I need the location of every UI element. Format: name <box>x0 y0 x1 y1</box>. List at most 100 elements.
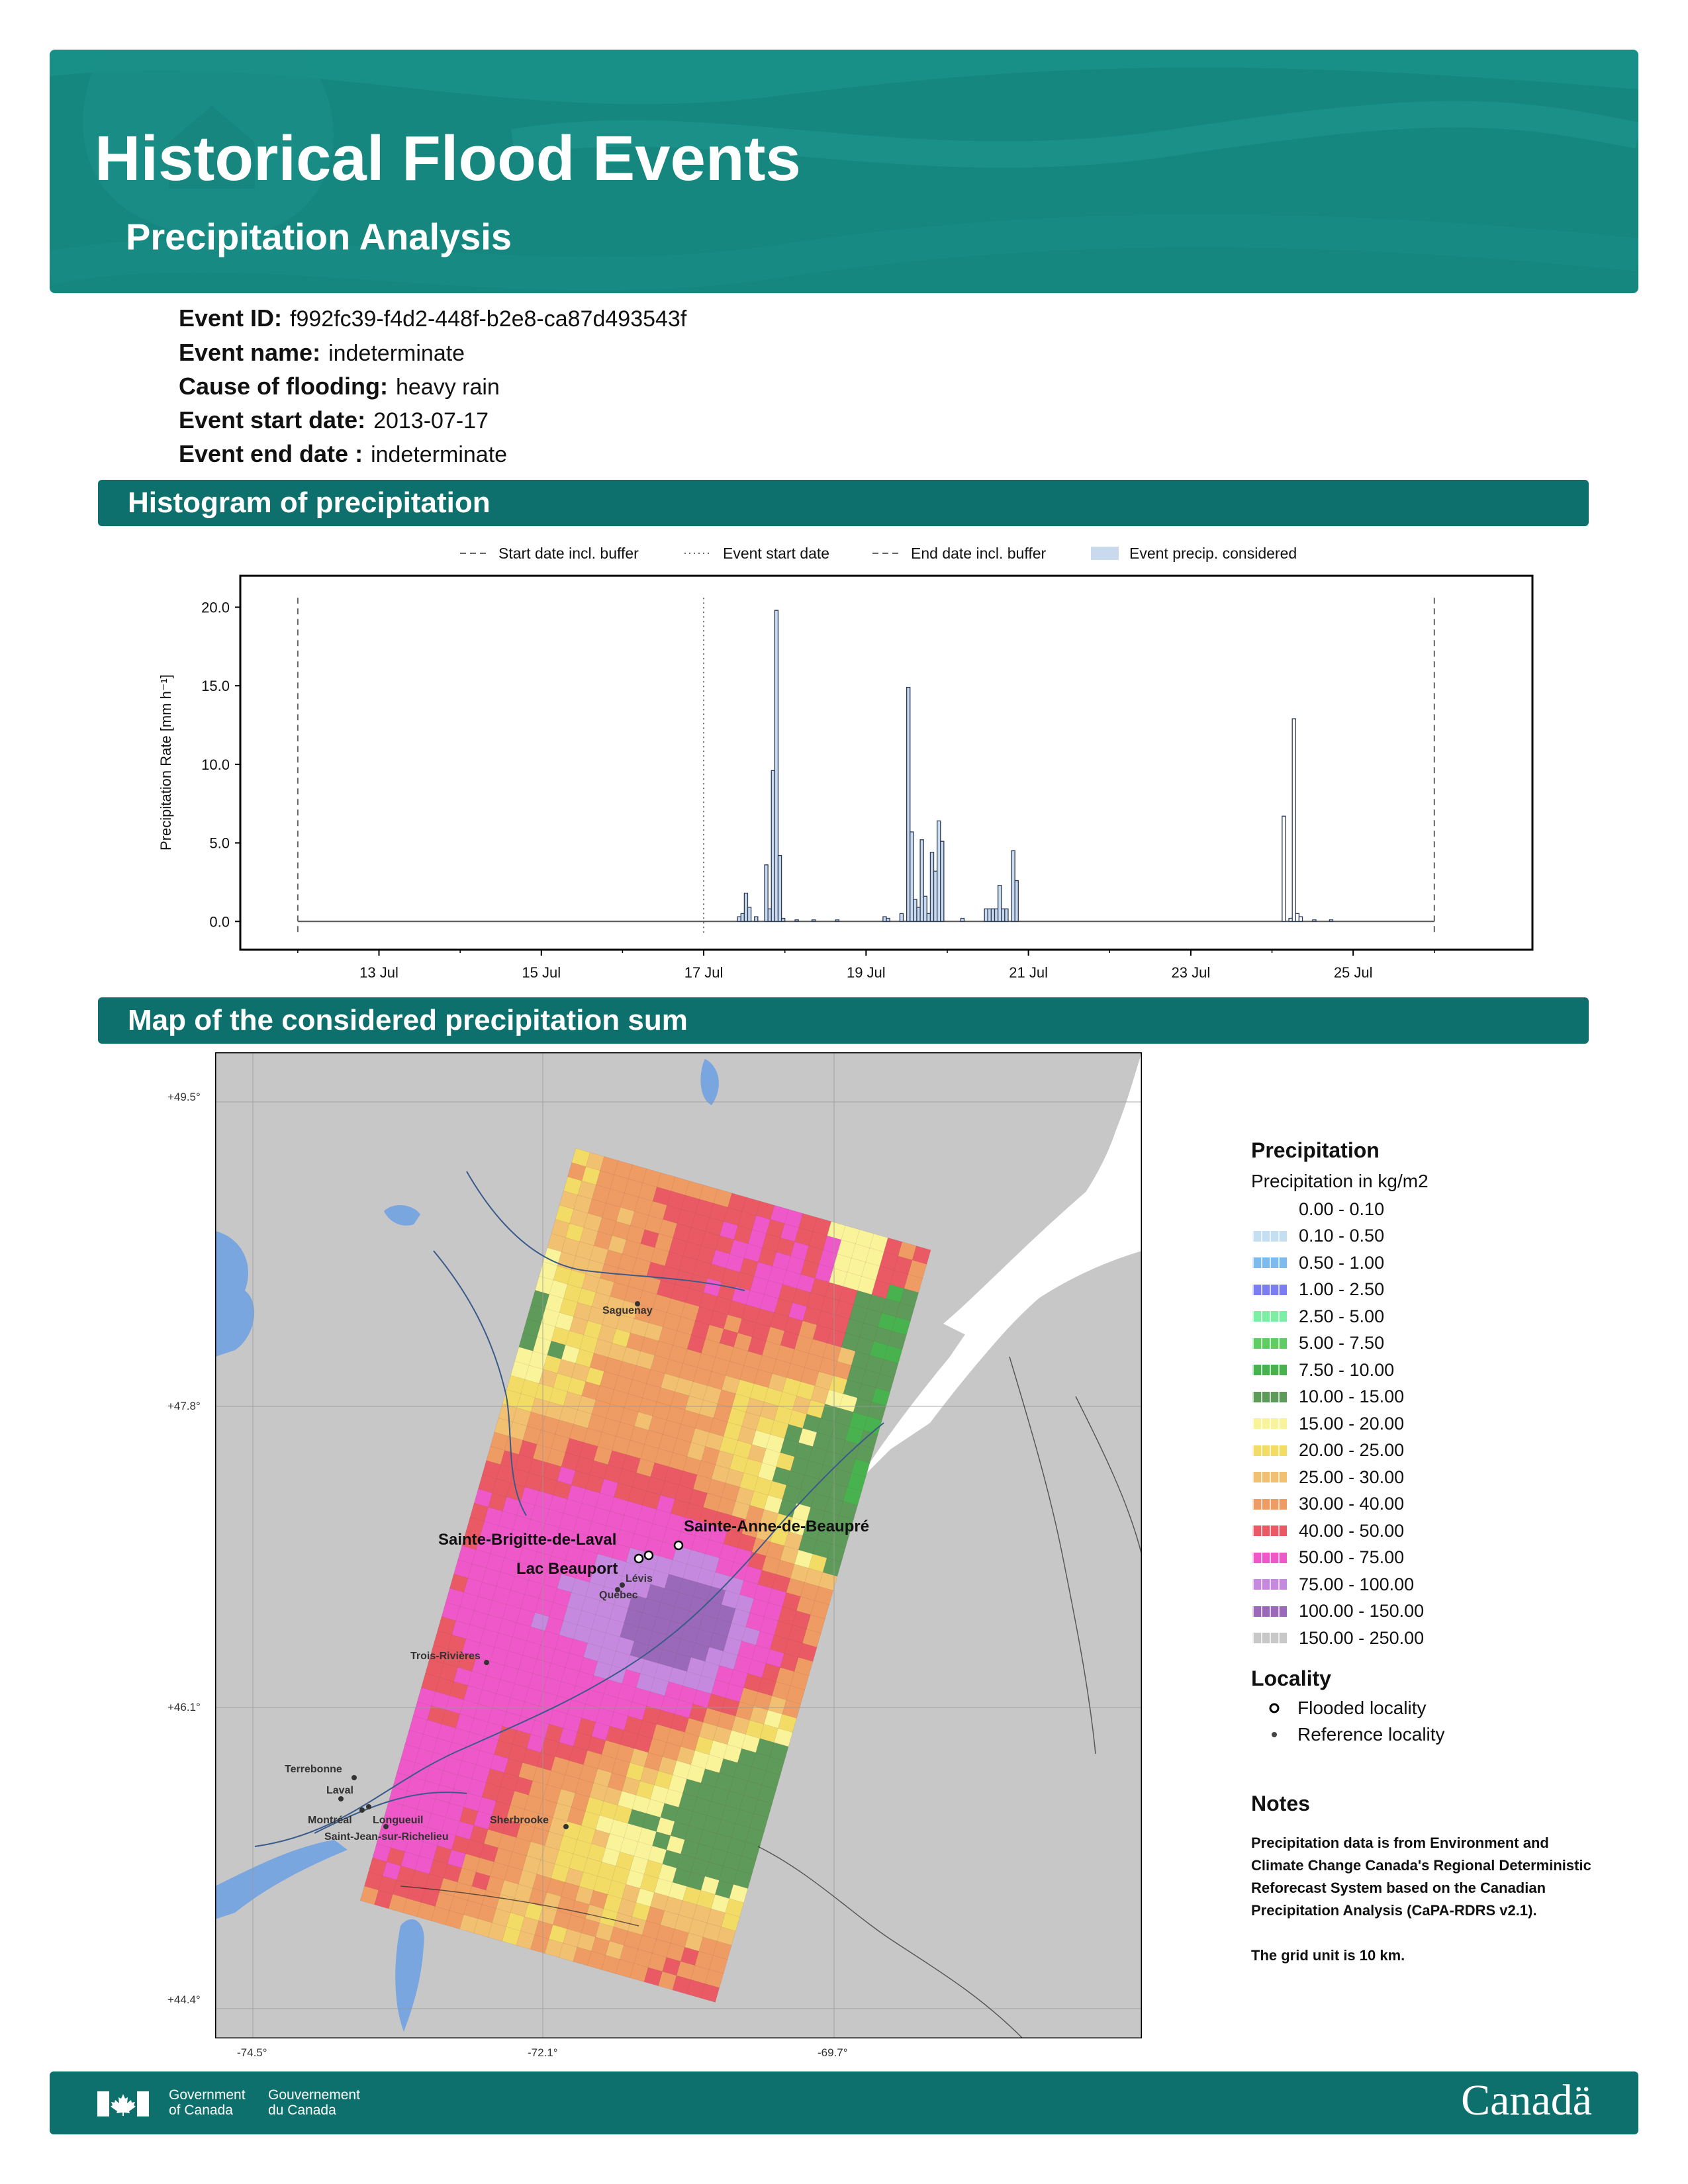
precip-class-row: 150.00 - 250.00 <box>1251 1625 1622 1652</box>
precip-bar <box>1329 919 1334 922</box>
footer-bar: Government of Canada Gouvernement du Can… <box>50 2071 1638 2134</box>
event-name-label: Event name: <box>179 339 321 366</box>
x-tick-label: 25 Jul <box>1334 964 1373 981</box>
end-date-label: Event end date : <box>179 440 363 467</box>
locality-label: Québec <box>599 1590 638 1601</box>
precip-bar <box>987 908 992 922</box>
notes-title: Notes <box>1251 1791 1310 1815</box>
precip-bar <box>990 908 996 922</box>
flooded-locality-legend: Flooded locality <box>1251 1695 1622 1721</box>
y-axis-ticks: 0.0 5.0 10.0 15.0 20.0 <box>201 599 240 930</box>
precip-bar <box>774 610 779 922</box>
precip-class-label: 20.00 - 25.00 <box>1299 1440 1405 1461</box>
precip-bar <box>929 852 935 922</box>
precip-class-label: 40.00 - 50.00 <box>1299 1520 1405 1541</box>
precip-bar <box>1291 718 1296 922</box>
gov-en-text: Government of Canada <box>169 2087 246 2118</box>
precip-bar <box>984 908 988 922</box>
precip-bar <box>771 770 776 922</box>
color-swatch <box>1252 1338 1287 1349</box>
lat-label: +47.8° <box>167 1400 201 1412</box>
x-tick-label: 19 Jul <box>847 964 886 981</box>
y-tick-label: 10.0 <box>201 756 230 773</box>
precip-class-row: 7.50 - 10.00 <box>1251 1357 1622 1384</box>
precip-bar <box>794 919 799 922</box>
reference-locality-marker <box>359 1807 365 1813</box>
notes-body: Precipitation data is from Environment a… <box>1251 1832 1595 1967</box>
flooded-locality-legend-label: Flooded locality <box>1297 1697 1427 1718</box>
precip-bar <box>1295 913 1300 922</box>
precip-class-label: 100.00 - 150.00 <box>1299 1601 1425 1621</box>
precip-class-row: 0.50 - 1.00 <box>1251 1250 1622 1277</box>
color-swatch <box>1252 1552 1287 1563</box>
x-axis-ticks: 13 Jul 15 Jul 17 Jul 19 Jul 21 Jul 23 Jul 25 J… <box>297 950 1435 981</box>
locality-label: Terrebonne <box>285 1764 342 1775</box>
color-swatch <box>1252 1445 1287 1456</box>
precip-bar <box>913 899 917 922</box>
flooded-locality-label: Sainte-Anne-de-Beaupré <box>684 1518 869 1535</box>
color-swatch <box>1252 1365 1287 1376</box>
x-tick-label: 15 Jul <box>522 964 561 981</box>
precip-class-label: 15.00 - 20.00 <box>1299 1413 1405 1433</box>
precip-bar <box>899 913 904 922</box>
gov-en-line2: of Canada <box>169 2103 233 2118</box>
precip-bar <box>1001 908 1006 922</box>
precip-bar <box>936 820 941 922</box>
legend-event-precip-label: Event precip. considered <box>1129 545 1297 562</box>
color-swatch <box>1252 1257 1287 1269</box>
map-legend: Precipitation Precipitation in kg/m2 0.0… <box>1251 1138 1622 2052</box>
precip-bar <box>1004 908 1009 922</box>
color-swatch <box>1252 1204 1287 1215</box>
precip-bar <box>811 919 816 922</box>
x-tick-label: 21 Jul <box>1009 964 1048 981</box>
precip-bar <box>780 917 786 922</box>
y-tick-label: 0.0 <box>209 913 230 930</box>
color-swatch <box>1252 1391 1287 1402</box>
precip-bar <box>882 916 887 922</box>
color-swatch <box>1252 1230 1287 1242</box>
precip-class-row: 75.00 - 100.00 <box>1251 1571 1622 1598</box>
precip-class-row: 0.10 - 0.50 <box>1251 1223 1622 1250</box>
reference-locality-marker <box>620 1582 625 1588</box>
precip-class-label: 75.00 - 100.00 <box>1299 1574 1415 1594</box>
flood-cause-label: Cause of flooding: <box>179 373 388 400</box>
precip-class-label: 2.50 - 5.00 <box>1299 1306 1385 1326</box>
gov-fr-line2: du Canada <box>268 2103 336 2118</box>
flooded-locality-marker <box>643 1550 654 1561</box>
lat-label: +46.1° <box>167 1701 201 1713</box>
precip-bar <box>910 831 914 922</box>
dot-icon <box>1251 1728 1297 1741</box>
precip-class-row: 40.00 - 50.00 <box>1251 1518 1622 1545</box>
precip-bar <box>754 916 759 922</box>
precip-class-label: 5.00 - 7.50 <box>1299 1333 1385 1353</box>
precip-bar <box>835 919 840 922</box>
precip-bar <box>743 892 749 922</box>
precip-class-label: 50.00 - 75.00 <box>1299 1547 1405 1568</box>
locality-label: Saguenay <box>602 1305 653 1316</box>
x-tick-label: 17 Jul <box>684 964 724 981</box>
locality-label: Saint-Jean-sur-Richelieu <box>324 1831 449 1843</box>
legend-event-precip-patch <box>1091 547 1119 560</box>
precip-bar <box>1288 917 1293 922</box>
precip-class-label: 7.50 - 10.00 <box>1299 1359 1395 1380</box>
precipitation-map: Saguenay Lévis Québec Trois-Rivières Ter… <box>215 1052 1142 2038</box>
precip-class-label: 0.00 - 0.10 <box>1299 1199 1385 1219</box>
precip-class-row: 100.00 - 150.00 <box>1251 1598 1622 1625</box>
x-tick-label: 13 Jul <box>359 964 399 981</box>
precip-bar <box>997 885 1002 922</box>
report-header: Historical Flood Events Precipitation An… <box>50 50 1638 293</box>
lat-label: +49.5° <box>167 1091 201 1103</box>
precip-class-row: 20.00 - 25.00 <box>1251 1437 1622 1465</box>
precip-class-label: 30.00 - 40.00 <box>1299 1494 1405 1514</box>
map-section-title: Map of the considered precipitation sum <box>98 997 1589 1044</box>
precip-bar <box>926 913 931 922</box>
y-tick-label: 5.0 <box>209 835 230 852</box>
precip-bar <box>764 864 769 922</box>
reference-locality-marker <box>383 1824 389 1829</box>
precip-bar <box>747 907 752 922</box>
gov-fr-line1: Gouvernement <box>268 2087 360 2103</box>
locality-label: Laval <box>326 1785 353 1796</box>
flooded-locality-marker <box>633 1553 644 1564</box>
start-date-row: Event start date: 2013-07-17 <box>179 406 489 434</box>
precip-class-label: 10.00 - 15.00 <box>1299 1387 1405 1407</box>
